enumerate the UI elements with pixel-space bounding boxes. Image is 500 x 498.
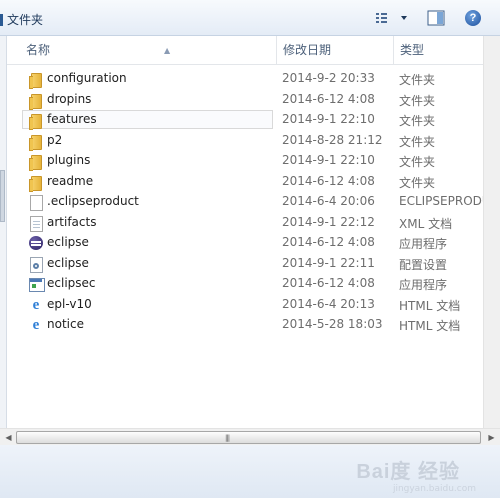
chevron-right-icon: ▶ xyxy=(488,433,495,442)
file-name: epl-v10 xyxy=(47,297,92,311)
grip-icon: ||| xyxy=(225,434,230,442)
vertical-scrollbar[interactable] xyxy=(483,36,500,428)
file-type: 配置设置 xyxy=(399,258,448,272)
file-type: ECLIPSEPRODUCT xyxy=(399,194,483,208)
chevron-left-icon: ◀ xyxy=(5,433,12,442)
file-type: 文件夹 xyxy=(399,176,436,190)
column-type-label: 类型 xyxy=(400,43,425,57)
column-date-label: 修改日期 xyxy=(283,43,332,57)
file-date: 2014-6-4 20:06 xyxy=(282,194,375,208)
navigation-pane-edge xyxy=(0,36,7,428)
file-name: eclipse xyxy=(47,235,89,249)
file-name: .eclipseproduct xyxy=(47,194,139,208)
file-row[interactable]: artifacts 2014-9-1 22:12 XML 文档 xyxy=(20,213,483,233)
ie-html-icon: e xyxy=(32,317,40,333)
watermark-url: jingyan.baidu.com xyxy=(392,484,476,494)
file-type: 文件夹 xyxy=(399,94,436,108)
file-name: p2 xyxy=(47,133,63,147)
file-row[interactable]: readme 2014-6-12 4:08 文件夹 xyxy=(20,172,483,192)
file-type: 应用程序 xyxy=(399,278,448,292)
folder-icon xyxy=(28,71,44,89)
file-type: 文件夹 xyxy=(399,155,436,169)
settings-file-icon xyxy=(28,256,44,273)
new-folder-button[interactable]: 文件夹 xyxy=(0,11,43,28)
file-date: 2014-6-12 4:08 xyxy=(282,235,375,249)
file-date: 2014-6-4 20:13 xyxy=(282,297,375,311)
file-name: artifacts xyxy=(47,215,97,229)
file-name: features xyxy=(47,112,97,126)
file-date: 2014-9-1 22:10 xyxy=(282,153,375,167)
file-name: eclipse xyxy=(47,256,89,270)
folder-icon xyxy=(28,174,44,192)
file-date: 2014-6-12 4:08 xyxy=(282,174,375,188)
column-name[interactable]: 名称 ▲ xyxy=(20,36,276,64)
application-icon xyxy=(28,276,45,292)
file-date: 2014-9-1 22:11 xyxy=(282,256,375,270)
folder-icon xyxy=(28,112,44,130)
horizontal-scroll-thumb[interactable]: ||| xyxy=(16,431,481,444)
horizontal-scrollbar[interactable]: ◀ ||| ▶ xyxy=(0,428,500,446)
file-date: 2014-9-1 22:12 xyxy=(282,215,375,229)
help-icon: ? xyxy=(465,10,481,26)
column-date-modified[interactable]: 修改日期 xyxy=(276,36,393,64)
file-name: eclipsec xyxy=(47,276,96,290)
file-row[interactable]: eclipsec 2014-6-12 4:08 应用程序 xyxy=(20,274,483,294)
watermark-logo: Bai度 经验 xyxy=(356,461,460,483)
file-row[interactable]: configuration 2014-9-2 20:33 文件夹 xyxy=(20,69,483,89)
file-date: 2014-6-12 4:08 xyxy=(282,276,375,290)
view-list-icon xyxy=(376,13,407,23)
file-date: 2014-6-12 4:08 xyxy=(282,92,375,106)
file-row[interactable]: e notice 2014-5-28 18:03 HTML 文档 xyxy=(20,315,483,335)
file-type: 文件夹 xyxy=(399,114,436,128)
scroll-left-button[interactable]: ◀ xyxy=(0,429,17,446)
column-name-label: 名称 xyxy=(26,43,51,57)
ie-html-icon: e xyxy=(32,297,40,313)
file-type: 文件夹 xyxy=(399,73,436,87)
navigation-pane-scroll-thumb[interactable] xyxy=(0,170,5,222)
file-row[interactable]: eclipse 2014-9-1 22:11 配置设置 xyxy=(20,254,483,274)
file-name: readme xyxy=(47,174,94,188)
file-row[interactable]: e epl-v10 2014-6-4 20:13 HTML 文档 xyxy=(20,295,483,315)
change-view-button[interactable] xyxy=(372,8,412,28)
folder-icon xyxy=(28,92,44,110)
file-type: HTML 文档 xyxy=(399,319,461,333)
file-date: 2014-9-2 20:33 xyxy=(282,71,375,85)
file-date: 2014-9-1 22:10 xyxy=(282,112,375,126)
file-type: XML 文档 xyxy=(399,217,453,231)
sort-ascending-icon: ▲ xyxy=(164,46,171,55)
file-row[interactable]: eclipse 2014-6-12 4:08 应用程序 xyxy=(20,233,483,253)
scroll-right-button[interactable]: ▶ xyxy=(483,429,500,446)
file-name: plugins xyxy=(47,153,91,167)
file-name: configuration xyxy=(47,71,127,85)
file-type: HTML 文档 xyxy=(399,299,461,313)
toolbar: 文件夹 ? xyxy=(0,0,500,36)
help-button[interactable]: ? xyxy=(463,8,483,28)
folder-icon xyxy=(28,133,44,151)
file-name: notice xyxy=(47,317,84,331)
preview-pane-icon xyxy=(427,10,445,26)
new-folder-label: 文件夹 xyxy=(7,13,44,27)
file-type: 文件夹 xyxy=(399,135,436,149)
xml-document-icon xyxy=(28,215,44,232)
file-row[interactable]: dropins 2014-6-12 4:08 文件夹 xyxy=(20,90,483,110)
folder-icon xyxy=(28,153,44,171)
file-row[interactable]: p2 2014-8-28 21:12 文件夹 xyxy=(20,131,483,151)
file-date: 2014-8-28 21:12 xyxy=(282,133,383,147)
file-date: 2014-5-28 18:03 xyxy=(282,317,383,331)
file-row[interactable]: .eclipseproduct 2014-6-4 20:06 ECLIPSEPR… xyxy=(20,192,483,212)
details-pane: Bai度 经验 jingyan.baidu.com xyxy=(0,445,500,498)
new-folder-icon xyxy=(0,13,3,26)
document-icon xyxy=(28,194,44,211)
file-row[interactable]: plugins 2014-9-1 22:10 文件夹 xyxy=(20,151,483,171)
column-header: 名称 ▲ 修改日期 类型 xyxy=(0,36,483,65)
eclipse-icon xyxy=(28,235,44,251)
file-row-selected[interactable]: features 2014-9-1 22:10 文件夹 xyxy=(20,110,483,130)
preview-pane-button[interactable] xyxy=(426,8,446,28)
file-type: 应用程序 xyxy=(399,237,448,251)
file-name: dropins xyxy=(47,92,92,106)
column-type[interactable]: 类型 xyxy=(393,36,483,64)
